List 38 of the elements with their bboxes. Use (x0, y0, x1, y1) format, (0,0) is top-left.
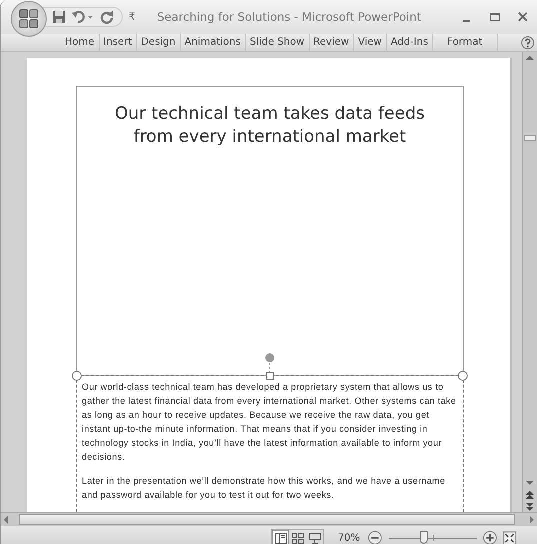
ribbon-tab[interactable]: Home (61, 34, 100, 51)
ribbon-tab[interactable]: Insert (100, 34, 138, 51)
resize-handle[interactable] (266, 372, 274, 380)
ribbon-tab[interactable]: Slide Show (246, 34, 310, 51)
help-icon[interactable] (521, 36, 535, 50)
save-icon[interactable] (52, 10, 66, 24)
resize-handle[interactable] (458, 371, 468, 381)
customize-menu-glyph[interactable]: ₹ (129, 12, 136, 22)
slide-title: Our technical team takes data feeds from every international market (114, 103, 426, 149)
ribbon-tab[interactable]: Add-Ins (386, 34, 434, 51)
resize-handle[interactable] (72, 371, 82, 381)
slide-sorter-button[interactable] (289, 530, 306, 544)
ribbon-tab[interactable]: Review (310, 34, 354, 51)
fit-to-window-icon[interactable] (503, 530, 517, 544)
rotation-handle[interactable] (265, 353, 275, 375)
slide-show-button[interactable] (306, 530, 323, 544)
scroll-thumb[interactable] (524, 135, 536, 141)
window-title: Searching for Solutions - Microsoft PowerPoint (157, 10, 422, 24)
ribbon-tab[interactable]: Design (137, 34, 181, 51)
body-text: Our world-class technical team has developed a proprietary system that allows us to gather the latest financial data from every international market. Other systems can take as long as an hour to receive updates. Because we receive the raw data, you get instant up-to-the minute information. That means that if you consider investing in technology stocks in India, you’ll have the latest information available to inform your decisions. (82, 381, 458, 464)
ribbon-tab[interactable]: Format (433, 34, 498, 51)
close-icon[interactable] (517, 11, 529, 23)
zoom-in-icon[interactable] (483, 530, 498, 544)
maximize-icon[interactable] (489, 11, 501, 23)
zoom-slider-thumb[interactable] (420, 531, 428, 544)
previous-slide-icon[interactable] (524, 490, 536, 500)
body-text: Later in the presentation we’ll demonstrate how this works, and we have a username and password available for you to test it out for two weeks. (82, 475, 446, 502)
scroll-down-icon[interactable] (524, 478, 536, 488)
zoom-level[interactable]: 70% (338, 532, 360, 544)
office-button[interactable] (11, 1, 47, 37)
ribbon-tab[interactable]: Animations (180, 34, 246, 51)
scroll-thumb[interactable] (19, 514, 515, 525)
ribbon-tab[interactable]: View (354, 34, 387, 51)
zoom-out-icon[interactable] (368, 530, 383, 544)
redo-icon[interactable] (100, 10, 114, 24)
normal-view-button[interactable] (272, 530, 289, 544)
undo-icon[interactable] (72, 10, 94, 24)
scroll-right-icon[interactable] (527, 514, 537, 526)
